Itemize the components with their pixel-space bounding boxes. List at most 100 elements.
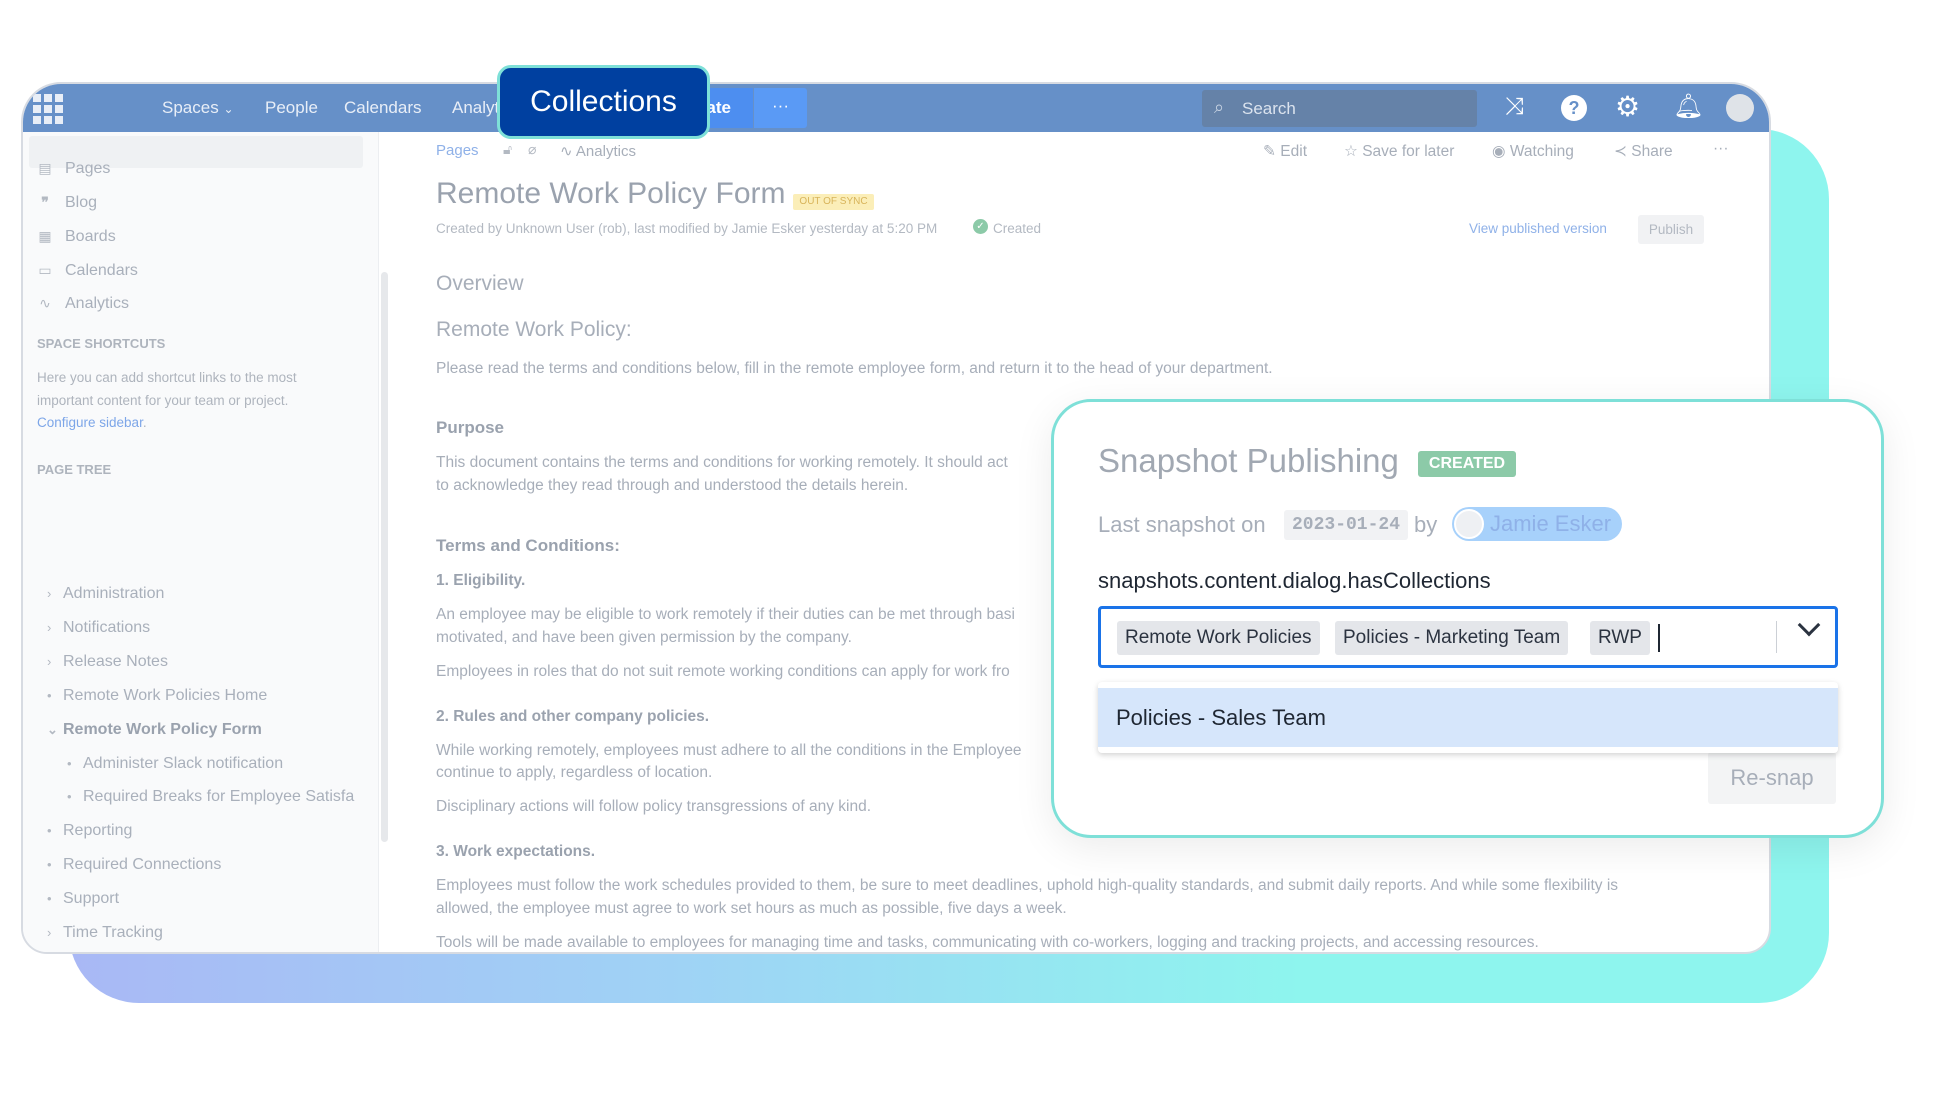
dialog-title: Snapshot Publishing bbox=[1098, 442, 1399, 479]
breadcrumb-pages[interactable]: Pages bbox=[436, 142, 479, 159]
text-cursor bbox=[1658, 624, 1660, 652]
period: . bbox=[142, 415, 147, 430]
share-button[interactable]: ≺ Share bbox=[1614, 142, 1673, 161]
collections-label: snapshots.content.dialog.hasCollections bbox=[1098, 568, 1491, 593]
unlock-icon[interactable]: 🔓︎ bbox=[503, 141, 512, 158]
chevron-right-icon[interactable]: › bbox=[47, 925, 63, 940]
page-tree-label: Remote Work Policies Home bbox=[63, 686, 268, 704]
more-button[interactable]: ··· bbox=[754, 88, 807, 128]
re-snap-button[interactable]: Re-snap bbox=[1708, 752, 1836, 804]
star-icon: ☆ bbox=[1344, 143, 1363, 160]
bullet-icon: • bbox=[67, 789, 72, 805]
chevron-down-icon[interactable]: ⌄ bbox=[47, 722, 63, 738]
sidebar-item-calendars[interactable]: Calendars bbox=[65, 262, 138, 280]
save-for-later-button[interactable]: ☆ Save for later bbox=[1344, 142, 1454, 161]
breadcrumb-analytics[interactable]: ∿ Analytics bbox=[560, 142, 636, 160]
nav-calendars[interactable]: Calendars bbox=[344, 98, 422, 118]
paragraph: An employee may be eligible to work remo… bbox=[436, 606, 1015, 623]
gear-icon[interactable]: ⚙ bbox=[1615, 90, 1640, 123]
share-label: Share bbox=[1631, 143, 1673, 160]
user-mention[interactable]: Jamie Esker bbox=[1452, 507, 1622, 541]
page-tree-item[interactable]: › Time Tracking bbox=[47, 924, 163, 942]
nav-people[interactable]: People bbox=[265, 98, 318, 118]
page-tree-item[interactable]: › Release Notes bbox=[47, 653, 168, 671]
paragraph: This document contains the terms and con… bbox=[436, 454, 1008, 471]
avatar-icon[interactable] bbox=[1726, 94, 1754, 122]
more-actions-button[interactable]: ··· bbox=[1713, 140, 1729, 158]
page-tree-item[interactable]: • Required Breaks for Employee Satisfa bbox=[67, 788, 354, 806]
user-name: Jamie Esker bbox=[1490, 511, 1612, 536]
nav-spaces[interactable]: Spaces ⌄ bbox=[162, 98, 234, 118]
by-label: by bbox=[1414, 512, 1438, 537]
selected-chip[interactable]: RWP bbox=[1590, 621, 1650, 655]
page-tree-item[interactable]: • Remote Work Policies Home bbox=[47, 687, 267, 705]
bullet-icon: • bbox=[47, 823, 52, 839]
selected-chip[interactable]: Remote Work Policies bbox=[1117, 621, 1320, 655]
pages-icon: ▤ bbox=[38, 160, 52, 176]
sidebar-item-blog[interactable]: Blog bbox=[65, 194, 97, 212]
chevron-down-icon[interactable] bbox=[1797, 613, 1821, 637]
sidebar-item-pages-label[interactable]: Pages bbox=[65, 160, 110, 178]
bullet-icon: • bbox=[47, 857, 52, 873]
page-tree-label: Release Notes bbox=[63, 652, 168, 670]
last-snapshot-label: Last snapshot on bbox=[1098, 512, 1266, 537]
analytics-icon: ∿ bbox=[39, 295, 51, 311]
configure-sidebar-link[interactable]: Configure sidebar bbox=[37, 415, 143, 430]
check-circle-icon: ✓ bbox=[973, 219, 988, 234]
shortcuts-text: Here you can add shortcut links to the m… bbox=[37, 370, 297, 385]
page-tree-item[interactable]: • Support bbox=[47, 890, 119, 908]
search-input[interactable]: ⌕ Search bbox=[1202, 90, 1477, 127]
page-tree-label: Notifications bbox=[63, 618, 151, 636]
terms-heading: Terms and Conditions: bbox=[436, 536, 620, 555]
purpose-heading: Purpose bbox=[436, 418, 505, 437]
created-badge: CREATED bbox=[1418, 451, 1516, 477]
edit-label: Edit bbox=[1280, 143, 1308, 160]
paragraph: Disciplinary actions will follow policy … bbox=[436, 798, 872, 815]
chevron-right-icon[interactable]: › bbox=[47, 654, 63, 669]
chevron-right-icon[interactable]: › bbox=[47, 620, 63, 635]
view-published-link[interactable]: View published version bbox=[1469, 221, 1607, 236]
help-icon[interactable]: ? bbox=[1561, 95, 1587, 121]
dropdown-option[interactable]: Policies - Sales Team bbox=[1098, 688, 1838, 747]
page-tree-item[interactable]: • Administer Slack notification bbox=[67, 755, 283, 773]
page-tree-item[interactable]: › Administration bbox=[47, 585, 164, 603]
page-tree-item[interactable]: › Notifications bbox=[47, 619, 150, 637]
snapshot-publishing-dialog: Snapshot Publishing CREATED Last snapsho… bbox=[1051, 399, 1884, 838]
notification-icon[interactable]: 🔔︎ bbox=[1673, 92, 1703, 121]
collections-callout[interactable]: Collections bbox=[497, 65, 710, 139]
sidebar-item-boards[interactable]: Boards bbox=[65, 228, 116, 246]
nav-spaces-label: Spaces bbox=[162, 98, 219, 117]
shortcuts-text: important content for your team or proje… bbox=[37, 393, 289, 408]
paragraph: Employees must follow the work schedules… bbox=[436, 877, 1619, 894]
publish-button[interactable]: Publish bbox=[1638, 215, 1704, 244]
shuffle-icon[interactable]: ⤨ bbox=[1505, 93, 1524, 121]
collections-select[interactable]: Remote Work Policies Policies - Marketin… bbox=[1098, 606, 1838, 668]
dropdown-menu: Policies - Sales Team bbox=[1098, 682, 1838, 753]
sidebar-scrollbar[interactable] bbox=[381, 272, 388, 842]
space-shortcuts-heading: SPACE SHORTCUTS bbox=[37, 336, 166, 351]
paragraph: continue to apply, regardless of locatio… bbox=[436, 764, 713, 781]
watching-label: Watching bbox=[1509, 143, 1574, 160]
app-switcher-icon[interactable] bbox=[33, 94, 63, 124]
sidebar-item-analytics[interactable]: Analytics bbox=[65, 295, 129, 313]
overview-heading: Overview bbox=[436, 272, 524, 295]
edit-button[interactable]: ✎ Edit bbox=[1263, 142, 1307, 161]
page-tree-label: Reporting bbox=[63, 822, 133, 840]
top-navigation: Spaces ⌄ People Calendars Analytics Crea… bbox=[23, 84, 1769, 132]
sidebar: ▤ Pages ❞ Blog ▦ Boards ▭ Calendars ∿ An… bbox=[23, 132, 388, 952]
paragraph: to acknowledge they read through and und… bbox=[436, 477, 909, 494]
page-status: Created bbox=[993, 221, 1042, 236]
eye-icon: ◉ bbox=[1492, 143, 1510, 160]
save-label: Save for later bbox=[1362, 143, 1455, 160]
selected-chip[interactable]: Policies - Marketing Team bbox=[1335, 621, 1569, 655]
bullet-icon: • bbox=[67, 755, 72, 771]
attachment-icon[interactable]: ⌀ bbox=[528, 141, 536, 158]
page-tree-item[interactable]: • Required Connections bbox=[47, 856, 221, 874]
rules-heading: 2. Rules and other company policies. bbox=[436, 708, 710, 725]
page-tree-item[interactable]: ⌄ Remote Work Policy Form bbox=[47, 721, 262, 739]
watching-button[interactable]: ◉ Watching bbox=[1492, 142, 1574, 161]
page-tree-item[interactable]: • Reporting bbox=[47, 822, 132, 840]
divider bbox=[1776, 621, 1777, 653]
page-tree-label: Time Tracking bbox=[63, 924, 163, 941]
chevron-right-icon[interactable]: › bbox=[47, 586, 63, 601]
